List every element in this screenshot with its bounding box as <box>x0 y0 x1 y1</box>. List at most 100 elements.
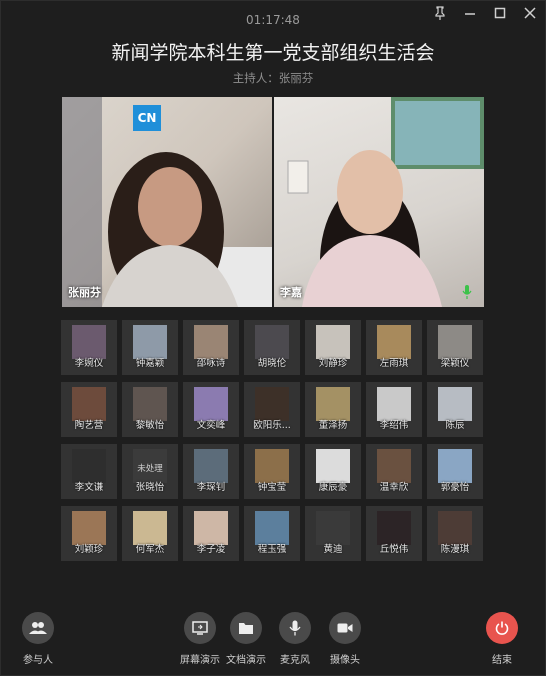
participant-tile[interactable]: 陶艺营 <box>61 382 117 437</box>
video-feed-host <box>62 97 272 307</box>
camera-button[interactable]: 摄像头 <box>329 612 361 666</box>
participant-name: 文奕峰 <box>196 420 226 431</box>
participant-tile[interactable]: 董泽扬 <box>305 382 361 437</box>
participant-tile[interactable]: 郭豪怡 <box>427 444 483 499</box>
participant-avatar <box>255 449 289 483</box>
meeting-timer: 01:17:48 <box>246 13 300 27</box>
participant-name: 胡晓伦 <box>257 358 287 369</box>
participant-tile[interactable]: 丘悦伟 <box>366 506 422 561</box>
participant-avatar <box>316 511 350 545</box>
participant-avatar <box>194 325 228 359</box>
participant-status: 未处理 <box>137 464 163 474</box>
participant-tile[interactable]: 钟宝莹 <box>244 444 300 499</box>
screen-share-icon <box>184 612 216 644</box>
participant-tile[interactable]: 胡晓伦 <box>244 320 300 375</box>
participant-avatar <box>133 325 167 359</box>
participant-avatar <box>194 387 228 421</box>
participant-avatar <box>255 387 289 421</box>
participant-tile[interactable]: 何军杰 <box>122 506 178 561</box>
participant-avatar <box>316 387 350 421</box>
participant-avatar <box>438 325 472 359</box>
microphone-button[interactable]: 麦克风 <box>279 612 311 666</box>
video-feed-speaker <box>287 97 484 307</box>
participant-tile[interactable]: 邵咏诗 <box>183 320 239 375</box>
participant-avatar <box>133 511 167 545</box>
participant-tile[interactable]: 陈辰 <box>427 382 483 437</box>
participant-tile[interactable]: 黎敏怡 <box>122 382 178 437</box>
participant-avatar <box>377 387 411 421</box>
video-tile-host[interactable]: CN 张丽芬 <box>62 97 272 307</box>
participant-tile[interactable]: 钟嘉颖 <box>122 320 178 375</box>
participant-tile[interactable]: 李琛钊 <box>183 444 239 499</box>
participant-name: 陈辰 <box>445 420 465 431</box>
participant-name: 李琛钊 <box>196 482 226 493</box>
participant-tile[interactable]: 李子凌 <box>183 506 239 561</box>
video-tile-speaker[interactable]: 李嘉 <box>274 97 484 307</box>
participant-tile[interactable]: 李婉仪 <box>61 320 117 375</box>
participant-avatar <box>316 325 350 359</box>
participants-label: 参与人 <box>23 655 53 666</box>
participant-tile[interactable]: 欧阳乐... <box>244 382 300 437</box>
screen-share-label: 屏幕演示 <box>180 655 220 666</box>
participant-avatar <box>316 449 350 483</box>
participant-name: 黎敏怡 <box>135 420 165 431</box>
participant-name: 李婉仪 <box>74 358 104 369</box>
participant-avatar <box>133 387 167 421</box>
participant-tile[interactable]: 梁颖仪 <box>427 320 483 375</box>
participant-tile[interactable]: 李文谦 <box>61 444 117 499</box>
end-meeting-button[interactable]: 结束 <box>486 612 518 666</box>
participant-tile[interactable]: 李绍伟 <box>366 382 422 437</box>
participant-name: 张晓怡 <box>135 482 165 493</box>
participant-name: 李子凌 <box>196 544 226 555</box>
camera-label: 摄像头 <box>330 655 360 666</box>
participant-avatar <box>377 511 411 545</box>
participant-name: 陈漫琪 <box>440 544 470 555</box>
participant-name: 左雨琪 <box>379 358 409 369</box>
participant-avatar <box>438 511 472 545</box>
microphone-label: 麦克风 <box>280 655 310 666</box>
participant-avatar <box>377 325 411 359</box>
end-meeting-label: 结束 <box>492 655 512 666</box>
participant-tile[interactable]: 刘颖珍 <box>61 506 117 561</box>
participant-avatar <box>72 387 106 421</box>
participant-avatar <box>72 449 106 483</box>
participant-name: 李绍伟 <box>379 420 409 431</box>
doc-share-label: 文档演示 <box>226 655 266 666</box>
participant-name: 刘静珍 <box>318 358 348 369</box>
doc-share-button[interactable]: 文档演示 <box>226 612 266 666</box>
participant-name: 欧阳乐... <box>253 420 291 431</box>
participant-tile[interactable]: 黄迪 <box>305 506 361 561</box>
meeting-host: 主持人：张丽芬 <box>232 71 314 85</box>
participant-avatar <box>438 449 472 483</box>
participant-tile[interactable]: 康辰豪 <box>305 444 361 499</box>
participant-name: 郭豪怡 <box>440 482 470 493</box>
participant-tile[interactable]: 未处理 张晓怡 <box>122 444 178 499</box>
participant-name: 康辰豪 <box>318 482 348 493</box>
participant-tile[interactable]: 刘静珍 <box>305 320 361 375</box>
participant-name: 陶艺营 <box>74 420 104 431</box>
participant-name: 钟嘉颖 <box>135 358 165 369</box>
participant-name: 董泽扬 <box>318 420 348 431</box>
video-name-speaker: 李嘉 <box>280 286 302 299</box>
participant-avatar <box>255 325 289 359</box>
participant-name: 程玉强 <box>257 544 287 555</box>
participants-button[interactable]: 参与人 <box>22 612 54 666</box>
participant-name: 梁颖仪 <box>440 358 470 369</box>
participant-avatar <box>194 511 228 545</box>
participant-name: 丘悦伟 <box>379 544 409 555</box>
participant-tile[interactable]: 程玉强 <box>244 506 300 561</box>
power-icon <box>486 612 518 644</box>
meeting-title: 新闻学院本科生第一党支部组织生活会 <box>111 42 435 64</box>
participant-tile[interactable]: 文奕峰 <box>183 382 239 437</box>
participant-name: 邵咏诗 <box>196 358 226 369</box>
participant-avatar <box>72 325 106 359</box>
participant-tile[interactable]: 温幸欣 <box>366 444 422 499</box>
participant-name: 钟宝莹 <box>257 482 287 493</box>
participant-name: 黄迪 <box>323 544 343 555</box>
participant-tile[interactable]: 陈漫琪 <box>427 506 483 561</box>
camera-icon <box>329 612 361 644</box>
participant-avatar <box>377 449 411 483</box>
screen-share-button[interactable]: 屏幕演示 <box>180 612 220 666</box>
participant-tile[interactable]: 左雨琪 <box>366 320 422 375</box>
microphone-icon <box>279 612 311 644</box>
